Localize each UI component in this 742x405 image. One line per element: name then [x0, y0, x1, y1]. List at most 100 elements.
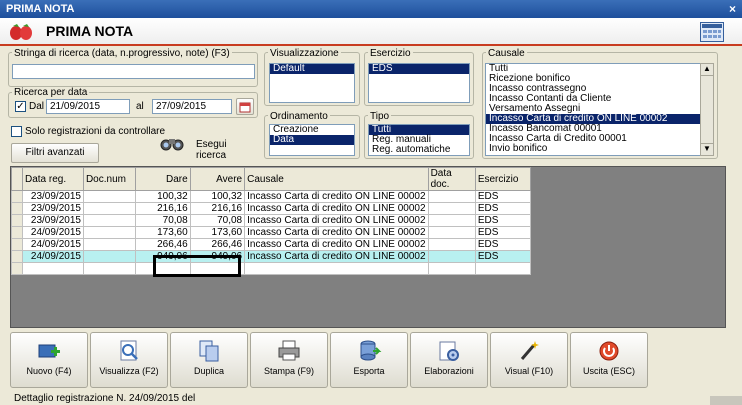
search-input[interactable]: [12, 64, 255, 79]
causale-scrollbar[interactable]: ▲ ▼: [700, 63, 714, 156]
cell[interactable]: EDS: [474, 202, 532, 215]
cell[interactable]: [427, 238, 476, 251]
cell[interactable]: 173,60: [135, 226, 191, 239]
cell[interactable]: 216,16: [189, 202, 246, 215]
cell[interactable]: [427, 262, 476, 275]
column-header[interactable]: Data doc.: [427, 167, 476, 191]
cell[interactable]: Incasso Carta di credito ON LINE 00002: [244, 238, 429, 251]
cell[interactable]: 266,46: [135, 238, 191, 251]
solo-checkbox[interactable]: [11, 126, 22, 137]
cell[interactable]: 100,32: [135, 190, 191, 203]
table-row[interactable]: 23/09/2015 70,08 70,08 Incasso Carta di …: [11, 214, 532, 227]
calendar-grid-icon[interactable]: [700, 22, 724, 42]
row-indicator[interactable]: [11, 202, 23, 215]
list-item[interactable]: Data: [270, 135, 354, 145]
duplica-button[interactable]: Duplica: [170, 332, 248, 388]
list-item[interactable]: EDS: [369, 64, 469, 74]
list-item[interactable]: Reg. automatiche: [369, 145, 469, 155]
detail-footer: Dettaglio registrazione N. 24/09/2015 de…: [14, 393, 196, 404]
esegui-ricerca-button[interactable]: Esegui ricerca: [160, 133, 250, 161]
registrations-grid[interactable]: Data reg. Doc.num Dare Avere Causale Dat…: [10, 166, 726, 328]
cell[interactable]: 24/09/2015: [21, 250, 84, 263]
dal-date-field[interactable]: 21/09/2015: [46, 99, 130, 114]
al-date-field[interactable]: 27/09/2015: [152, 99, 232, 114]
filtri-avanzati-button[interactable]: Filtri avanzati: [11, 143, 99, 163]
cell[interactable]: Incasso Carta di credito ON LINE 00002: [244, 250, 429, 263]
cell[interactable]: [82, 250, 137, 263]
dal-checkbox[interactable]: ✓: [15, 101, 26, 112]
cell[interactable]: [82, 238, 137, 251]
column-header[interactable]: Data reg.: [21, 167, 84, 191]
cell[interactable]: 216,16: [135, 202, 191, 215]
cell[interactable]: 24/09/2015: [21, 226, 84, 239]
scroll-up-icon[interactable]: ▲: [701, 64, 713, 76]
cell[interactable]: [427, 202, 476, 215]
causale-list[interactable]: Tutti Ricezione bonifico Incasso contras…: [485, 63, 701, 156]
cell[interactable]: [427, 226, 476, 239]
cell[interactable]: EDS: [474, 238, 532, 251]
row-indicator[interactable]: [11, 238, 23, 251]
cell[interactable]: Incasso Carta di credito ON LINE 00002: [244, 226, 429, 239]
table-row[interactable]: 24/09/2015 266,46 266,46 Incasso Carta d…: [11, 238, 532, 251]
elaborazioni-button[interactable]: Elaborazioni: [410, 332, 488, 388]
cell[interactable]: 70,08: [189, 214, 246, 227]
cell[interactable]: [82, 202, 137, 215]
stampa-button[interactable]: Stampa (F9): [250, 332, 328, 388]
cell[interactable]: 100,32: [189, 190, 246, 203]
table-row[interactable]: 23/09/2015 216,16 216,16 Incasso Carta d…: [11, 202, 532, 215]
row-indicator[interactable]: [11, 214, 23, 227]
visual-button[interactable]: Visual (F10): [490, 332, 568, 388]
column-header[interactable]: Dare: [135, 167, 191, 191]
cell[interactable]: [82, 226, 137, 239]
cell[interactable]: EDS: [474, 226, 532, 239]
cell[interactable]: 266,46: [189, 238, 246, 251]
tipo-list[interactable]: Tutti Reg. manuali Reg. automatiche: [368, 124, 470, 156]
cell[interactable]: 70,08: [135, 214, 191, 227]
column-header[interactable]: Esercizio: [474, 167, 532, 191]
column-header[interactable]: Avere: [189, 167, 246, 191]
cell[interactable]: Incasso Carta di credito ON LINE 00002: [244, 190, 429, 203]
table-row[interactable]: 24/09/2015 173,60 173,60 Incasso Carta d…: [11, 226, 532, 239]
cell[interactable]: [82, 190, 137, 203]
cell[interactable]: [427, 190, 476, 203]
cell[interactable]: EDS: [474, 214, 532, 227]
cell[interactable]: EDS: [474, 190, 532, 203]
nuovo-button[interactable]: Nuovo (F4): [10, 332, 88, 388]
row-indicator[interactable]: [11, 250, 23, 263]
list-item[interactable]: Invio bonifico: [486, 144, 700, 154]
table-row[interactable]: 23/09/2015 100,32 100,32 Incasso Carta d…: [11, 190, 532, 203]
visualizzazione-list[interactable]: Default: [269, 63, 355, 103]
cell[interactable]: 23/09/2015: [21, 190, 84, 203]
table-row-selected[interactable]: 24/09/2015 949,06 949,06 Incasso Carta d…: [11, 250, 532, 263]
table-row-empty[interactable]: [11, 262, 532, 275]
row-indicator[interactable]: [11, 190, 23, 203]
cell[interactable]: 23/09/2015: [21, 202, 84, 215]
esercizio-list[interactable]: EDS: [368, 63, 470, 103]
scroll-down-icon[interactable]: ▼: [701, 143, 713, 155]
close-icon[interactable]: ×: [729, 0, 736, 18]
calendar-picker-button[interactable]: [236, 98, 254, 115]
esporta-button[interactable]: Esporta: [330, 332, 408, 388]
cell[interactable]: 24/09/2015: [21, 238, 84, 251]
cell[interactable]: [427, 214, 476, 227]
cell[interactable]: [474, 262, 532, 275]
row-indicator[interactable]: [11, 226, 23, 239]
cell[interactable]: Incasso Carta di credito ON LINE 00002: [244, 214, 429, 227]
column-header[interactable]: Doc.num: [82, 167, 137, 191]
cell[interactable]: 173,60: [189, 226, 246, 239]
visualizza-button[interactable]: Visualizza (F2): [90, 332, 168, 388]
cell[interactable]: [427, 250, 476, 263]
list-item[interactable]: Default: [270, 64, 354, 74]
footer-scroll-arrows[interactable]: [710, 396, 742, 405]
cell[interactable]: [82, 214, 137, 227]
uscita-button[interactable]: Uscita (ESC): [570, 332, 648, 388]
cell[interactable]: Incasso Carta di credito ON LINE 00002: [244, 202, 429, 215]
cell[interactable]: EDS: [474, 250, 532, 263]
cell[interactable]: [21, 262, 84, 275]
row-indicator[interactable]: [11, 262, 23, 275]
ordinamento-list[interactable]: Creazione Data: [269, 124, 355, 156]
cell[interactable]: [82, 262, 137, 275]
cell[interactable]: [244, 262, 429, 275]
cell[interactable]: 23/09/2015: [21, 214, 84, 227]
column-header[interactable]: Causale: [244, 167, 429, 191]
